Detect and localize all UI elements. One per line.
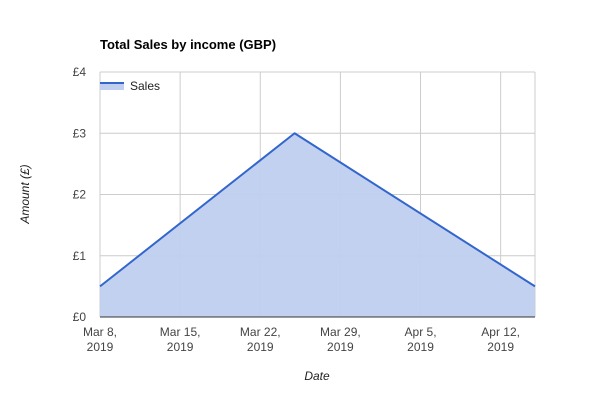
x-tick-label: Apr 5,2019 [405,325,437,354]
series-area-fill [100,133,535,317]
x-axis-title: Date [304,369,330,383]
area-chart: Total Sales by income (GBP) £0 £1 £2 £3 £4 Ma… [0,0,600,400]
x-tick-label: Mar 29,2019 [320,325,361,354]
y-tick-label: £1 [73,249,87,263]
chart-title: Total Sales by income (GBP) [100,37,276,52]
series-area-group [100,133,535,317]
x-tick-label: Mar 15,2019 [160,325,201,354]
y-tick-label: £4 [73,65,87,79]
x-tick-label: Mar 22,2019 [240,325,281,354]
legend: Sales [100,79,160,93]
x-tick-label: Mar 8,2019 [83,325,117,354]
legend-label: Sales [130,79,160,93]
chart-svg: Total Sales by income (GBP) £0 £1 £2 £3 £4 Ma… [0,0,600,400]
y-tick-label: £0 [73,310,87,324]
y-axis-title: Amount (£) [18,164,32,224]
y-tick-label: £3 [73,126,87,140]
y-tick-label: £2 [73,188,87,202]
x-tick-label: Apr 12,2019 [481,325,520,354]
